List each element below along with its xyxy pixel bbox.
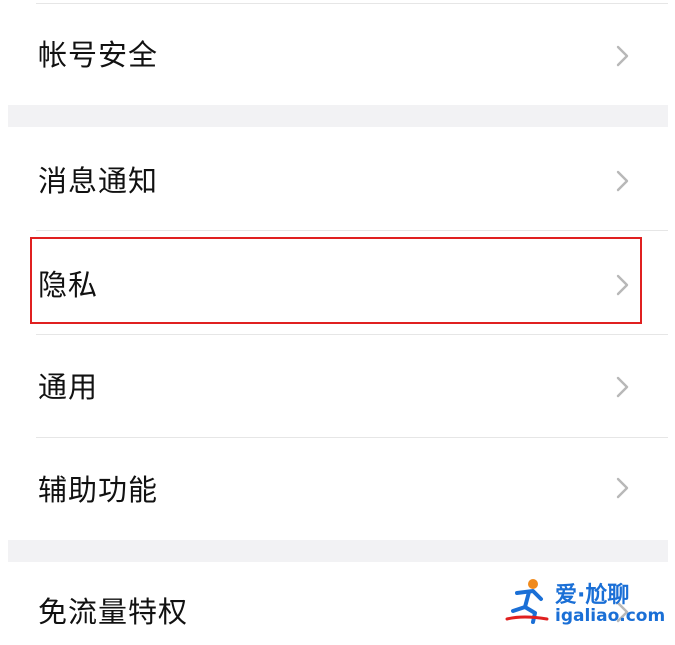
- top-divider: [36, 3, 668, 4]
- chevron-right-icon: [610, 476, 634, 500]
- settings-row-notifications[interactable]: 消息通知: [8, 127, 668, 230]
- section-separator: [8, 540, 668, 562]
- section-separator: [8, 105, 668, 127]
- row-label-general: 通用: [38, 370, 99, 404]
- chevron-right-icon: [610, 375, 634, 399]
- watermark-title: 爱·尬聊: [555, 583, 630, 608]
- chevron-right-icon: [610, 44, 634, 68]
- watermark-url: igaliao.com: [555, 606, 666, 626]
- settings-row-accessibility[interactable]: 辅助功能: [8, 438, 668, 540]
- running-figure-logo-icon: [503, 575, 553, 625]
- settings-row-account-security[interactable]: 帐号安全: [8, 8, 668, 104]
- settings-row-general[interactable]: 通用: [8, 335, 668, 437]
- watermark: 爱·尬聊 igaliao.com: [503, 573, 666, 633]
- privacy-highlight-box: [30, 237, 642, 324]
- settings-group-main: 消息通知 隐私 通用 辅助功能: [8, 127, 668, 540]
- settings-screen: 帐号安全 消息通知 隐私 通用 辅助功能 免流量特权 爱·尬聊 igaliao.…: [0, 0, 675, 645]
- row-label-notifications: 消息通知: [38, 164, 159, 198]
- row-label-account-security: 帐号安全: [38, 38, 159, 72]
- row-label-accessibility: 辅助功能: [38, 473, 159, 507]
- row-label-data-saver: 免流量特权: [38, 595, 189, 629]
- chevron-right-icon: [610, 169, 634, 193]
- settings-group-account: 帐号安全: [8, 0, 668, 105]
